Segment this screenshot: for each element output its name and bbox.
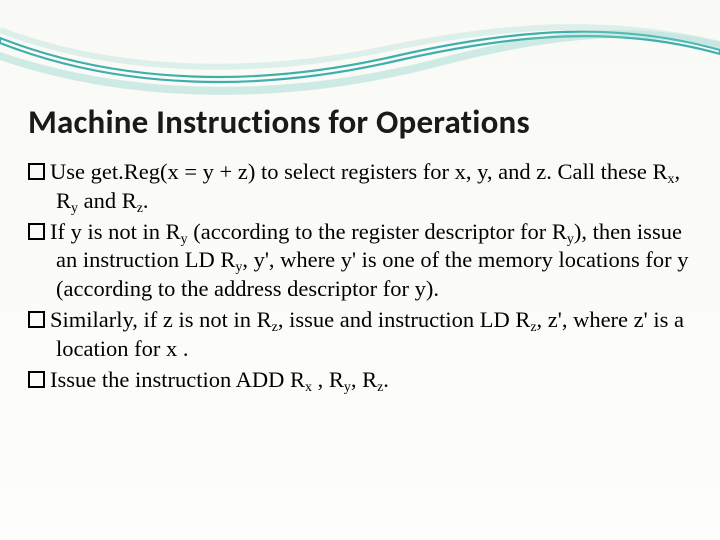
text-run: (according to the register descriptor fo… (188, 219, 567, 244)
text-run: Similarly, if z is not in R (50, 307, 272, 332)
square-bullet-icon (28, 311, 45, 328)
square-bullet-icon (28, 163, 45, 180)
bullet-item: If y is not in Ry (according to the regi… (28, 218, 692, 304)
subscript: y (181, 231, 188, 246)
subscript: y (567, 231, 574, 246)
text-run: , issue and instruction LD R (278, 307, 530, 332)
body-text: Use get.Reg(x = y + z) to select registe… (28, 158, 692, 394)
text-run: If y is not in R (50, 219, 181, 244)
text-run: . (383, 367, 389, 392)
bullet-item: Similarly, if z is not in Rz, issue and … (28, 306, 692, 364)
text-run: Use get.Reg(x = y + z) to select registe… (50, 159, 668, 184)
subscript: y (344, 379, 351, 394)
bullet-item: Issue the instruction ADD Rx , Ry, Rz. (28, 366, 692, 395)
text-run: . (143, 188, 149, 213)
square-bullet-icon (28, 223, 45, 240)
text-run: and R (78, 188, 137, 213)
subscript: x (305, 379, 312, 394)
text-run: Issue the instruction ADD R (50, 367, 305, 392)
text-run: , R (351, 367, 377, 392)
slide-title: Machine Instructions for Operations (28, 102, 692, 142)
slide: Machine Instructions for Operations Use … (0, 0, 720, 540)
square-bullet-icon (28, 371, 45, 388)
text-run: , R (312, 367, 344, 392)
bullet-item: Use get.Reg(x = y + z) to select registe… (28, 158, 692, 216)
content-area: Machine Instructions for Operations Use … (28, 102, 692, 396)
subscript: y (71, 201, 78, 216)
